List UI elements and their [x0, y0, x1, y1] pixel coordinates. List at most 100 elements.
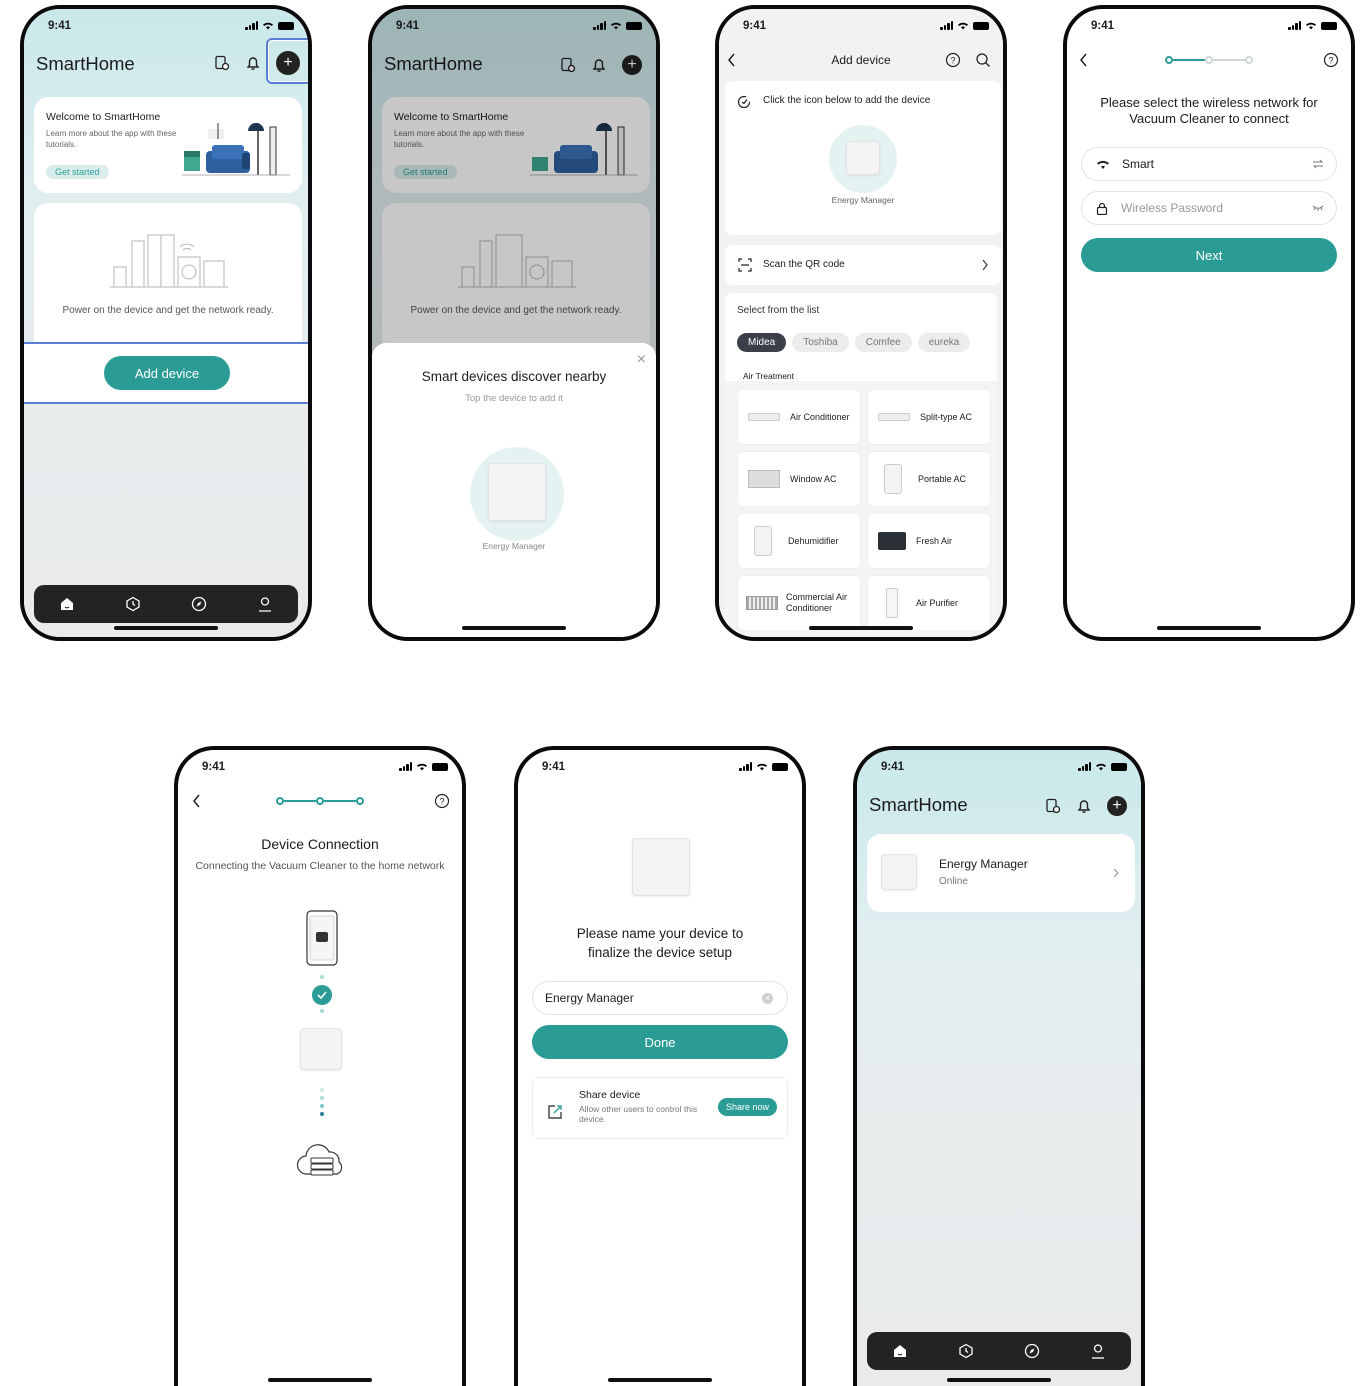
status-bar: 9:41: [857, 750, 1141, 784]
status-time: 9:41: [1091, 20, 1115, 32]
close-icon[interactable]: ×: [637, 351, 646, 369]
loading-icon: [737, 95, 751, 109]
device-type-air-conditioner[interactable]: Air Conditioner: [737, 389, 861, 445]
device-type-commercial-ac[interactable]: Commercial Air Conditioner: [737, 575, 861, 631]
step-2: [1205, 56, 1213, 64]
app-title: SmartHome: [36, 53, 135, 74]
category-label: Air Treatment: [743, 371, 795, 381]
device-image: [846, 141, 880, 175]
device-status: Online: [939, 876, 968, 887]
password-placeholder: Wireless Password: [1121, 201, 1224, 215]
window-ac-icon: [748, 470, 780, 488]
device-type-window-ac[interactable]: Window AC: [737, 451, 861, 507]
status-bar: 9:41: [24, 9, 308, 43]
get-started-button[interactable]: Get started: [46, 165, 109, 179]
ac-icon: [748, 413, 780, 421]
scan-qr-row[interactable]: Scan the QR code: [725, 245, 1001, 285]
connection-subtitle: Connecting the Vacuum Cleaner to the hom…: [195, 860, 445, 872]
tab-home-icon[interactable]: [890, 1341, 910, 1361]
help-icon[interactable]: ?: [1323, 52, 1339, 68]
tab-scenes-icon[interactable]: [123, 594, 143, 614]
device-name-label: Energy Manager: [831, 195, 895, 205]
home-indicator: [947, 1378, 1051, 1382]
brand-tab-midea[interactable]: Midea: [737, 333, 787, 352]
tab-discover-icon[interactable]: [189, 594, 209, 614]
back-icon[interactable]: [192, 794, 202, 808]
device-type-air-purifier[interactable]: Air Purifier: [867, 575, 991, 631]
phone-connection: 9:41 ? Device Connection Connecting the …: [174, 746, 466, 1386]
item-label: Dehumidifier: [788, 536, 839, 546]
tab-profile-icon[interactable]: [1088, 1341, 1108, 1361]
click-hint: Click the icon below to add the device: [763, 95, 931, 106]
check-icon: [312, 985, 332, 1005]
phone-icon: [306, 910, 338, 966]
home-indicator: [608, 1378, 712, 1382]
tab-profile-icon[interactable]: [255, 594, 275, 614]
device-card-energy-manager[interactable]: Energy Manager Online: [867, 834, 1135, 912]
lock-icon: [1096, 202, 1108, 215]
device-name-input[interactable]: Energy Manager ×: [532, 981, 788, 1015]
device-name-label: Energy Manager: [482, 541, 546, 551]
switch-network-icon[interactable]: [1312, 159, 1324, 169]
add-icon[interactable]: +: [1107, 796, 1127, 816]
power-on-text: Power on the device and get the network …: [62, 305, 274, 316]
brand-tab-comfee[interactable]: Comfee: [854, 333, 912, 352]
add-device-button[interactable]: Add device: [104, 356, 230, 390]
eye-closed-icon[interactable]: [1312, 204, 1324, 212]
bell-icon[interactable]: [246, 55, 260, 71]
device-name-value: Energy Manager: [545, 991, 634, 1005]
select-list-label: Select from the list: [737, 305, 820, 316]
welcome-title: Welcome to SmartHome: [46, 111, 161, 123]
dehumidifier-icon: [754, 526, 772, 556]
status-bar: 9:41: [1067, 9, 1351, 43]
device-scan-icon[interactable]: [1045, 798, 1061, 814]
clear-icon[interactable]: ×: [762, 992, 773, 1004]
brand-tab-toshiba[interactable]: Toshiba: [792, 333, 849, 352]
search-icon[interactable]: [975, 52, 991, 68]
share-icon: [548, 1105, 562, 1119]
svg-text:?: ?: [1328, 56, 1333, 66]
welcome-card[interactable]: Welcome to SmartHome Learn more about th…: [34, 97, 302, 193]
back-icon[interactable]: [1079, 53, 1089, 67]
item-label: Split-type AC: [920, 412, 973, 422]
portable-ac-icon: [884, 464, 902, 494]
device-type-dehumidifier[interactable]: Dehumidifier: [737, 513, 861, 569]
empty-devices-card: Power on the device and get the network …: [34, 203, 302, 353]
discover-sheet: × Smart devices discover nearby Top the …: [372, 343, 656, 637]
network-select[interactable]: Smart: [1081, 147, 1337, 181]
tab-bar: [34, 585, 298, 623]
device-type-split-ac[interactable]: Split-type AC: [867, 389, 991, 445]
done-button[interactable]: Done: [532, 1025, 788, 1059]
help-icon[interactable]: ?: [434, 793, 450, 809]
device-scan-icon[interactable]: [214, 55, 230, 71]
phone-home-device: 9:41 SmartHome + Energy Manager Online: [853, 746, 1145, 1386]
split-ac-icon: [878, 413, 910, 421]
discovered-device[interactable]: [470, 447, 564, 541]
phone-discover: 9:41 SmartHome + Welcome to SmartHome Le…: [368, 5, 660, 641]
svg-text:?: ?: [950, 56, 955, 66]
discover-subtitle: Top the device to add it: [465, 393, 563, 404]
tab-home-icon[interactable]: [57, 594, 77, 614]
step-2: [316, 797, 324, 805]
wifi-icon: [1097, 160, 1109, 169]
device-type-portable-ac[interactable]: Portable AC: [867, 451, 991, 507]
next-button[interactable]: Next: [1081, 238, 1337, 272]
status-bar: 9:41: [518, 750, 802, 784]
brand-tab-eureka[interactable]: eureka: [917, 333, 971, 352]
share-desc: Allow other users to control this device…: [579, 1104, 698, 1124]
item-label: Fresh Air: [916, 536, 953, 546]
status-time: 9:41: [743, 20, 767, 32]
tab-discover-icon[interactable]: [1022, 1341, 1042, 1361]
password-field[interactable]: Wireless Password: [1081, 191, 1337, 225]
device-type-fresh-air[interactable]: Fresh Air: [867, 513, 991, 569]
home-indicator: [809, 626, 913, 630]
share-now-button[interactable]: Share now: [717, 1098, 777, 1116]
phone-wifi: 9:41 ? Please select the wireless networ…: [1063, 5, 1355, 641]
status-time: 9:41: [202, 761, 226, 773]
nearby-device[interactable]: [829, 125, 897, 193]
chevron-right-icon: [982, 259, 988, 271]
item-label: Window AC: [790, 474, 837, 484]
tab-scenes-icon[interactable]: [956, 1341, 976, 1361]
help-icon[interactable]: ?: [945, 52, 961, 68]
bell-icon[interactable]: [1077, 798, 1091, 814]
